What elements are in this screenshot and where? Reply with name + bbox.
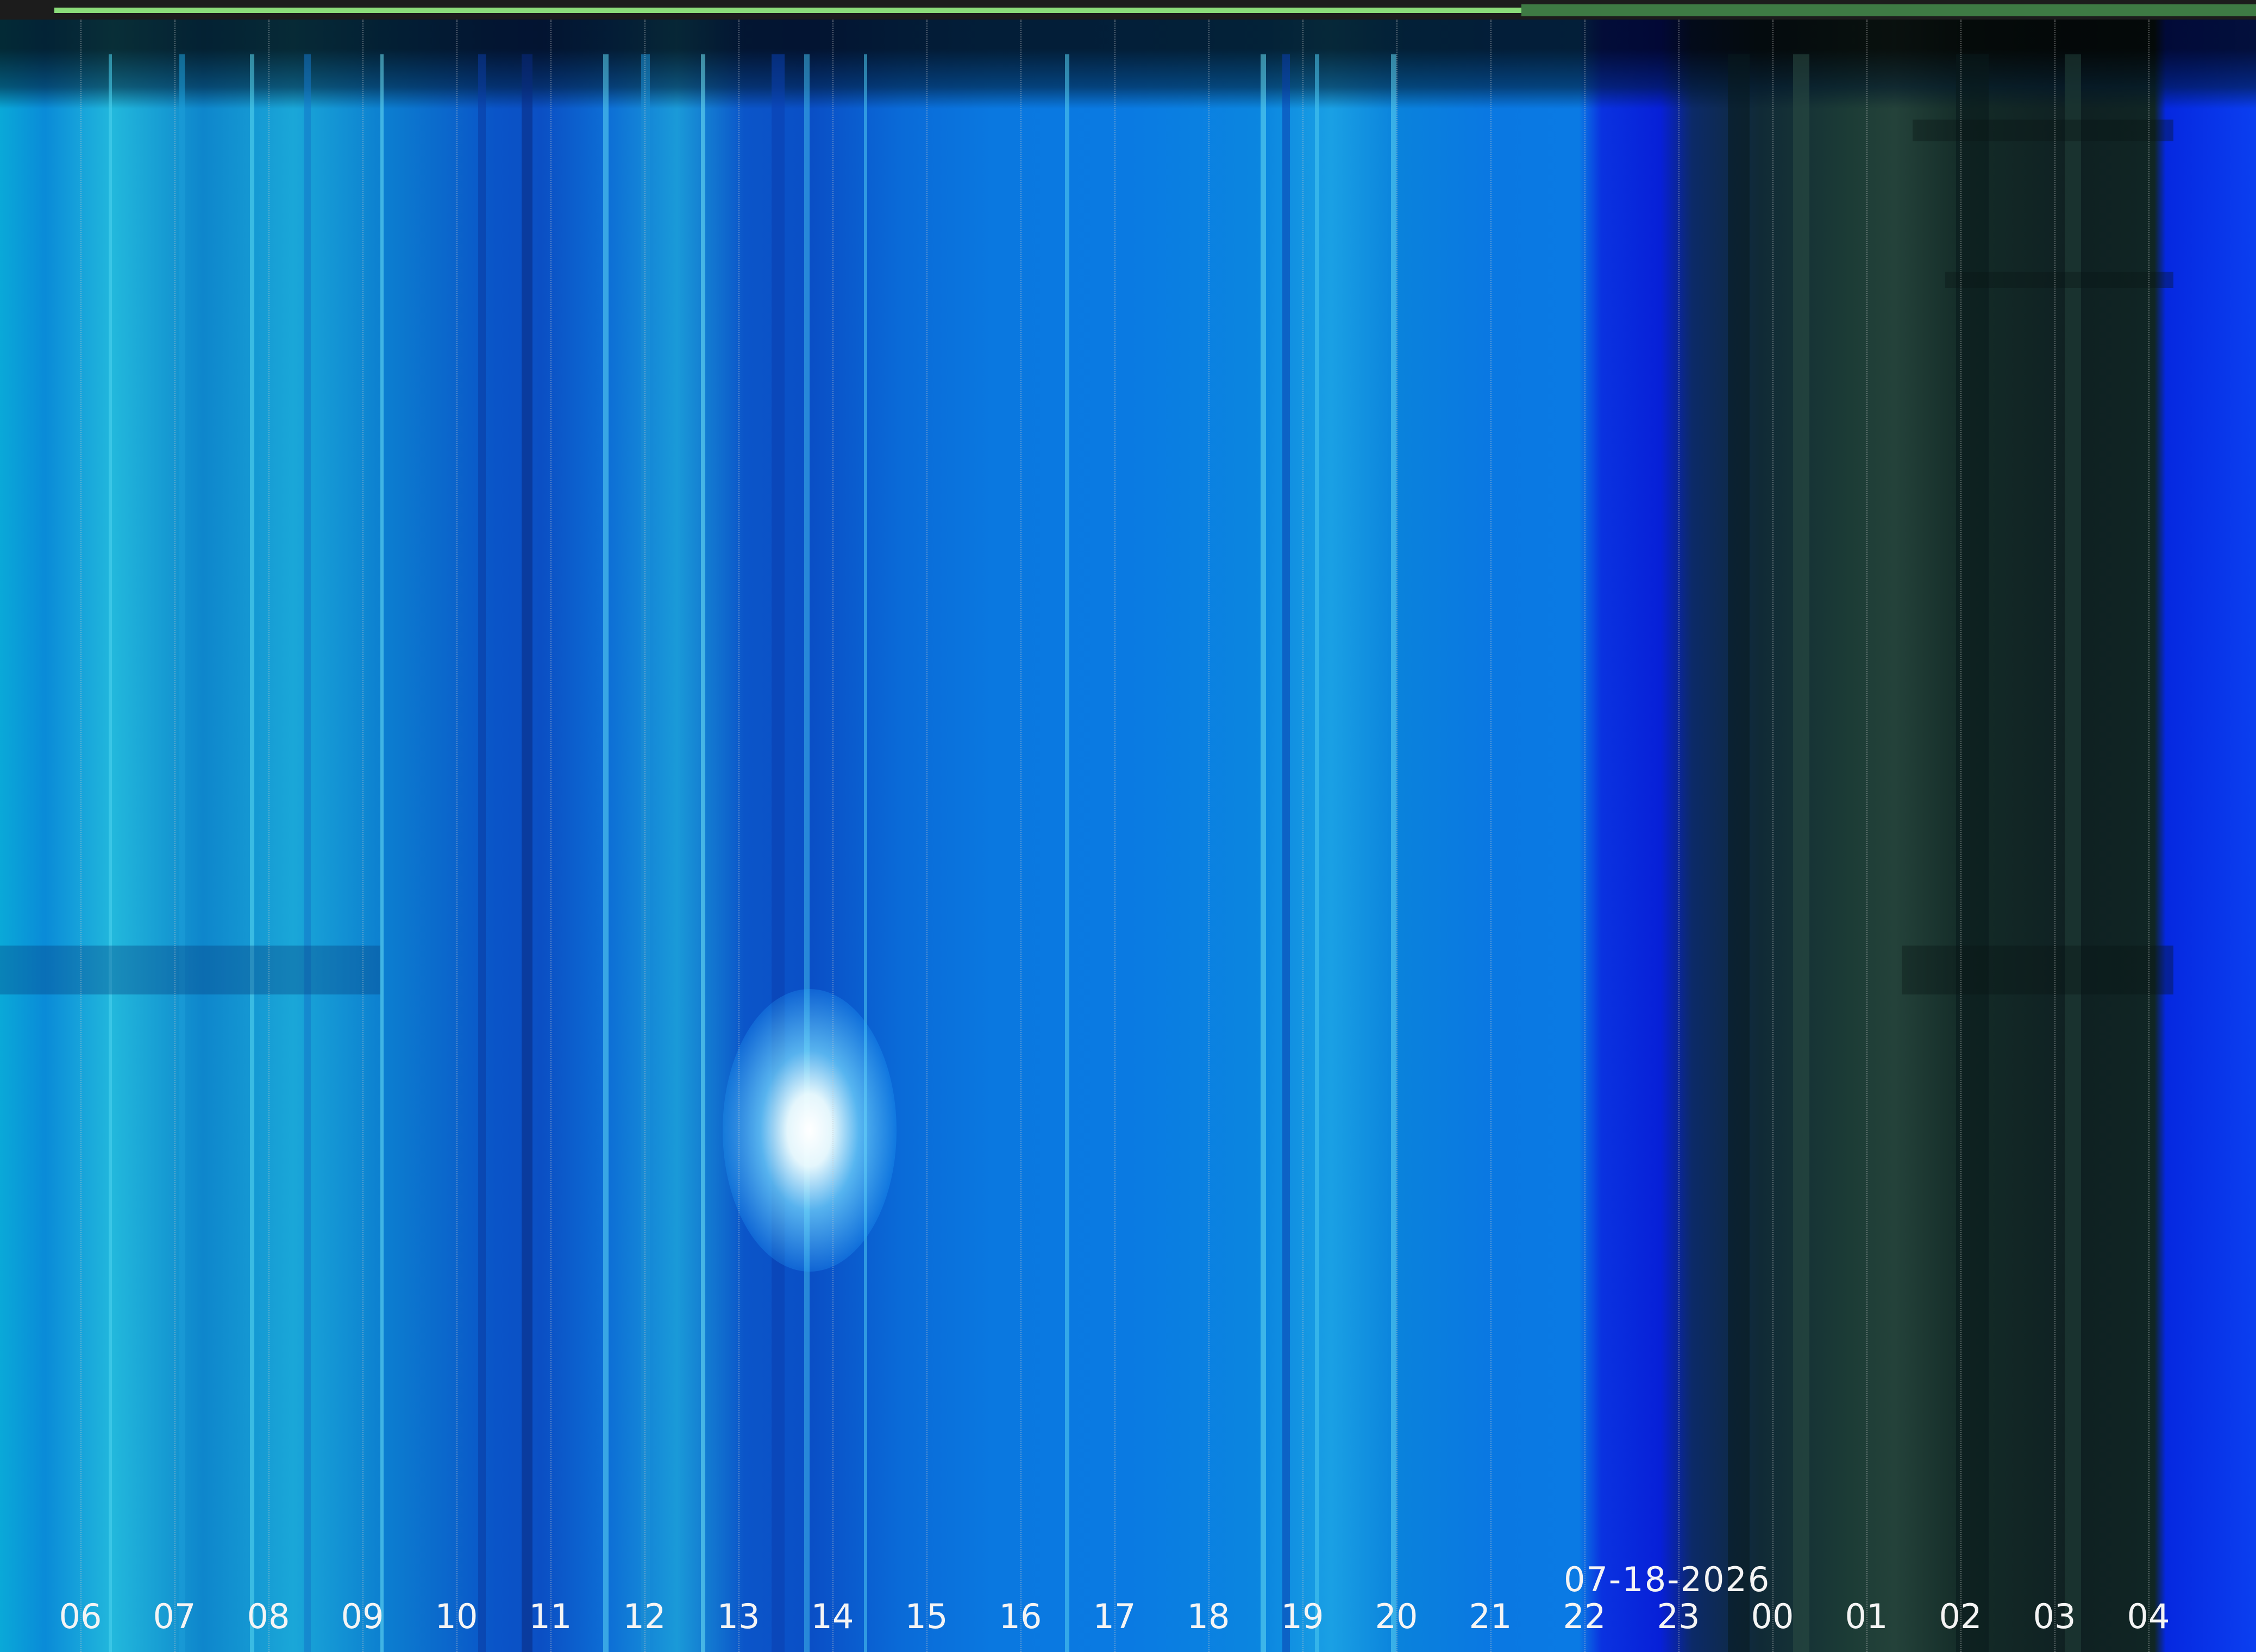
hour-label: 10 (435, 1597, 478, 1636)
hour-gridline (1302, 20, 1304, 1652)
hour-gridline (2054, 20, 2056, 1652)
hour-label: 16 (999, 1597, 1042, 1636)
hour-label: 19 (1281, 1597, 1324, 1636)
keogram-image (0, 0, 2256, 1652)
hour-label: 08 (247, 1597, 290, 1636)
hour-label: 07 (153, 1597, 196, 1636)
hour-gridline (174, 20, 176, 1652)
hour-gridline (1866, 20, 1868, 1652)
hour-gridline (1114, 20, 1116, 1652)
hour-label: 04 (2127, 1597, 2170, 1636)
date-label: 07-18-2026 (1564, 1560, 1771, 1599)
hour-label: 23 (1657, 1597, 1700, 1636)
hour-label: 20 (1375, 1597, 1418, 1636)
hour-gridline (456, 20, 458, 1652)
hour-label: 00 (1751, 1597, 1794, 1636)
hour-gridline (1960, 20, 1962, 1652)
sun-glare (723, 989, 897, 1272)
hour-gridline (2148, 20, 2150, 1652)
keogram-streaks (0, 54, 2173, 1652)
hour-label: 22 (1563, 1597, 1606, 1636)
hour-gridline (362, 20, 364, 1652)
hour-label: 09 (341, 1597, 384, 1636)
hour-label: 14 (811, 1597, 854, 1636)
hour-gridline (1772, 20, 1774, 1652)
hour-gridline (1396, 20, 1398, 1652)
status-bar-night-segment (1521, 4, 2256, 16)
hour-label: 03 (2033, 1597, 2076, 1636)
hour-label: 18 (1187, 1597, 1230, 1636)
hour-gridline (738, 20, 740, 1652)
hour-gridline (1490, 20, 1492, 1652)
hour-gridline (1020, 20, 1022, 1652)
hour-label: 12 (623, 1597, 666, 1636)
hour-gridline (832, 20, 834, 1652)
hour-label: 11 (529, 1597, 572, 1636)
hour-label: 15 (905, 1597, 948, 1636)
status-bar (0, 0, 2256, 20)
hour-gridline (1208, 20, 1210, 1652)
hour-gridline (1678, 20, 1680, 1652)
hour-gridline (268, 20, 270, 1652)
status-bar-day-segment (54, 8, 1521, 13)
hour-label: 06 (59, 1597, 102, 1636)
hour-label: 13 (717, 1597, 760, 1636)
hour-label: 21 (1469, 1597, 1512, 1636)
hour-gridline (550, 20, 552, 1652)
hour-label: 02 (1939, 1597, 1982, 1636)
hour-gridline (644, 20, 646, 1652)
hour-gridline (926, 20, 928, 1652)
hour-label: 01 (1845, 1597, 1888, 1636)
hour-gridline (1584, 20, 1586, 1652)
hour-label: 17 (1093, 1597, 1136, 1636)
hour-gridline (80, 20, 82, 1652)
